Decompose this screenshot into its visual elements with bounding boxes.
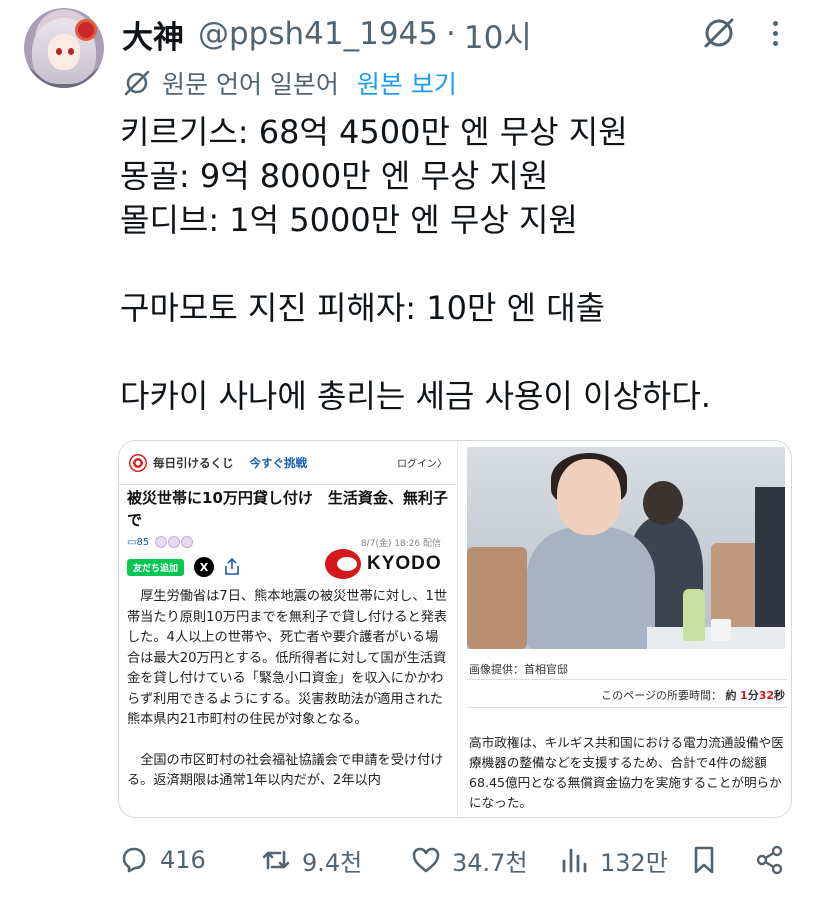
bookmark-button[interactable]	[688, 838, 730, 882]
read-time-label: このページの所要時間：	[601, 689, 723, 702]
read-time-seconds-unit: 秒	[774, 689, 785, 702]
kyodo-logo: KYODO	[325, 549, 442, 579]
rule	[467, 707, 787, 708]
user-handle[interactable]: @ppsh41_1945	[198, 16, 438, 52]
photo-bottle	[683, 589, 705, 641]
post-text: 키르기스: 68억 4500만 엔 무상 지원 몽골: 9억 8000만 엔 무…	[120, 113, 711, 415]
post-time[interactable]: 10시	[464, 12, 532, 57]
like-count: 34.7천	[452, 848, 528, 877]
photo-chair	[467, 547, 527, 649]
reply-button[interactable]: 416	[118, 838, 206, 882]
avatar-eye	[56, 48, 62, 55]
login-link: ログイン〉	[397, 459, 447, 470]
photo-background-person	[755, 487, 785, 649]
dot-icon	[772, 30, 778, 36]
avatar[interactable]	[24, 8, 104, 88]
show-original-link[interactable]: 원본 보기	[357, 65, 457, 101]
target-icon	[129, 453, 147, 472]
read-time-minutes-unit: 分	[747, 689, 759, 702]
reaction-face-icon	[155, 536, 168, 548]
share-button[interactable]	[754, 838, 796, 882]
reaction-icons	[155, 536, 194, 548]
rule	[467, 679, 787, 680]
like-button[interactable]: 34.7천	[410, 838, 528, 882]
article-paragraph: 全国の市区町村の社会福祉協議会で申請を受け付ける。返済期限は通常1年以内だが、2…	[127, 752, 444, 789]
kyodo-logo-text: KYODO	[367, 553, 442, 574]
dot-icon	[772, 20, 778, 26]
avatar-eye	[68, 48, 74, 55]
promo-link: 今すぐ挑戦	[249, 455, 308, 470]
news-photo	[467, 447, 785, 649]
share-network-icon	[756, 845, 783, 875]
reaction-face-icon	[168, 536, 181, 548]
repost-count: 9.4천	[302, 848, 363, 877]
photo-speaker-face	[557, 459, 621, 535]
comment-icon: ▭	[127, 536, 137, 548]
media-image-article[interactable]: 毎日引けるくじ 今すぐ挑戦 ログイン〉 被災世帯に10万円貸し付け 生活資金、無…	[119, 441, 457, 817]
read-time-prefix: 約	[725, 689, 737, 702]
author-line: 大神 @ppsh41_1945 · 10시	[122, 12, 532, 56]
grok-button[interactable]	[700, 14, 738, 52]
grok-icon	[704, 18, 734, 48]
view-count: 132만	[600, 848, 668, 877]
article-paragraph: 厚生労働省は7日、熊本地震の被災世帯に対し、1世帯当たり原則10万円までを無利子…	[127, 589, 448, 727]
analytics-icon	[562, 848, 587, 873]
translation-row: 원문 언어 일본어 원본 보기	[122, 64, 457, 102]
photo-cup	[711, 619, 731, 641]
display-name[interactable]: 大神	[122, 12, 184, 57]
photo-background-person-head	[643, 481, 683, 525]
comment-count: 85	[136, 536, 150, 548]
photo-article-body: 高市政権は、キルギス共和国における電力流通設備や医療機器の整備などを支援するため…	[469, 735, 784, 810]
repost-button[interactable]: 9.4천	[260, 838, 362, 882]
article-headline: 被災世帯に10万円貸し付け 生活資金、無利子で	[127, 489, 448, 529]
read-time: このページの所要時間： 約 1分32秒	[601, 687, 785, 703]
reply-icon	[122, 847, 146, 873]
kyodo-logo-icon	[325, 549, 361, 579]
heart-icon	[412, 847, 440, 873]
media-image-photo-article[interactable]: 画像提供：首相官邸 このページの所要時間： 約 1分32秒 高市政権は、キルギス…	[461, 441, 791, 817]
views-button[interactable]: 132만	[558, 838, 668, 882]
more-options-button[interactable]	[760, 14, 790, 52]
x-logo-icon: X	[194, 557, 215, 577]
dot-icon	[772, 40, 778, 46]
media-divider	[457, 441, 460, 817]
separator: ·	[446, 16, 456, 52]
line-button: 友だち追加	[127, 558, 185, 576]
reaction-face-icon	[181, 536, 194, 548]
action-bar: 416 9.4천 34.7천 132만	[118, 838, 798, 882]
read-time-seconds: 32	[758, 689, 774, 702]
translation-note: 원문 언어 일본어	[162, 70, 339, 99]
article-date: 8/7(金) 18:26 配信	[360, 538, 441, 549]
read-time-minutes: 1	[740, 689, 748, 702]
share-icon	[225, 558, 239, 575]
share-row: 友だち追加 X	[127, 557, 240, 577]
avatar-flower	[78, 22, 94, 38]
article-body: 厚生労働省は7日、熊本地震の被災世帯に対し、1世帯当たり原則10万円までを無利子…	[127, 587, 451, 812]
media-grid[interactable]: 毎日引けるくじ 今すぐ挑戦 ログイン〉 被災世帯に10万円貸し付け 生活資金、無…	[118, 440, 792, 818]
repost-icon	[262, 850, 290, 870]
bookmark-icon	[694, 846, 714, 874]
avatar-face	[48, 34, 80, 70]
grok-translate-icon	[124, 70, 150, 96]
reply-count: 416	[160, 846, 206, 874]
promo-text: 毎日引けるくじ	[153, 455, 234, 470]
photo-credit: 画像提供：首相官邸	[469, 663, 568, 676]
photo-speaker-body	[527, 527, 655, 649]
article-promo-bar: 毎日引けるくじ 今すぐ挑戦 ログイン〉	[119, 441, 457, 485]
